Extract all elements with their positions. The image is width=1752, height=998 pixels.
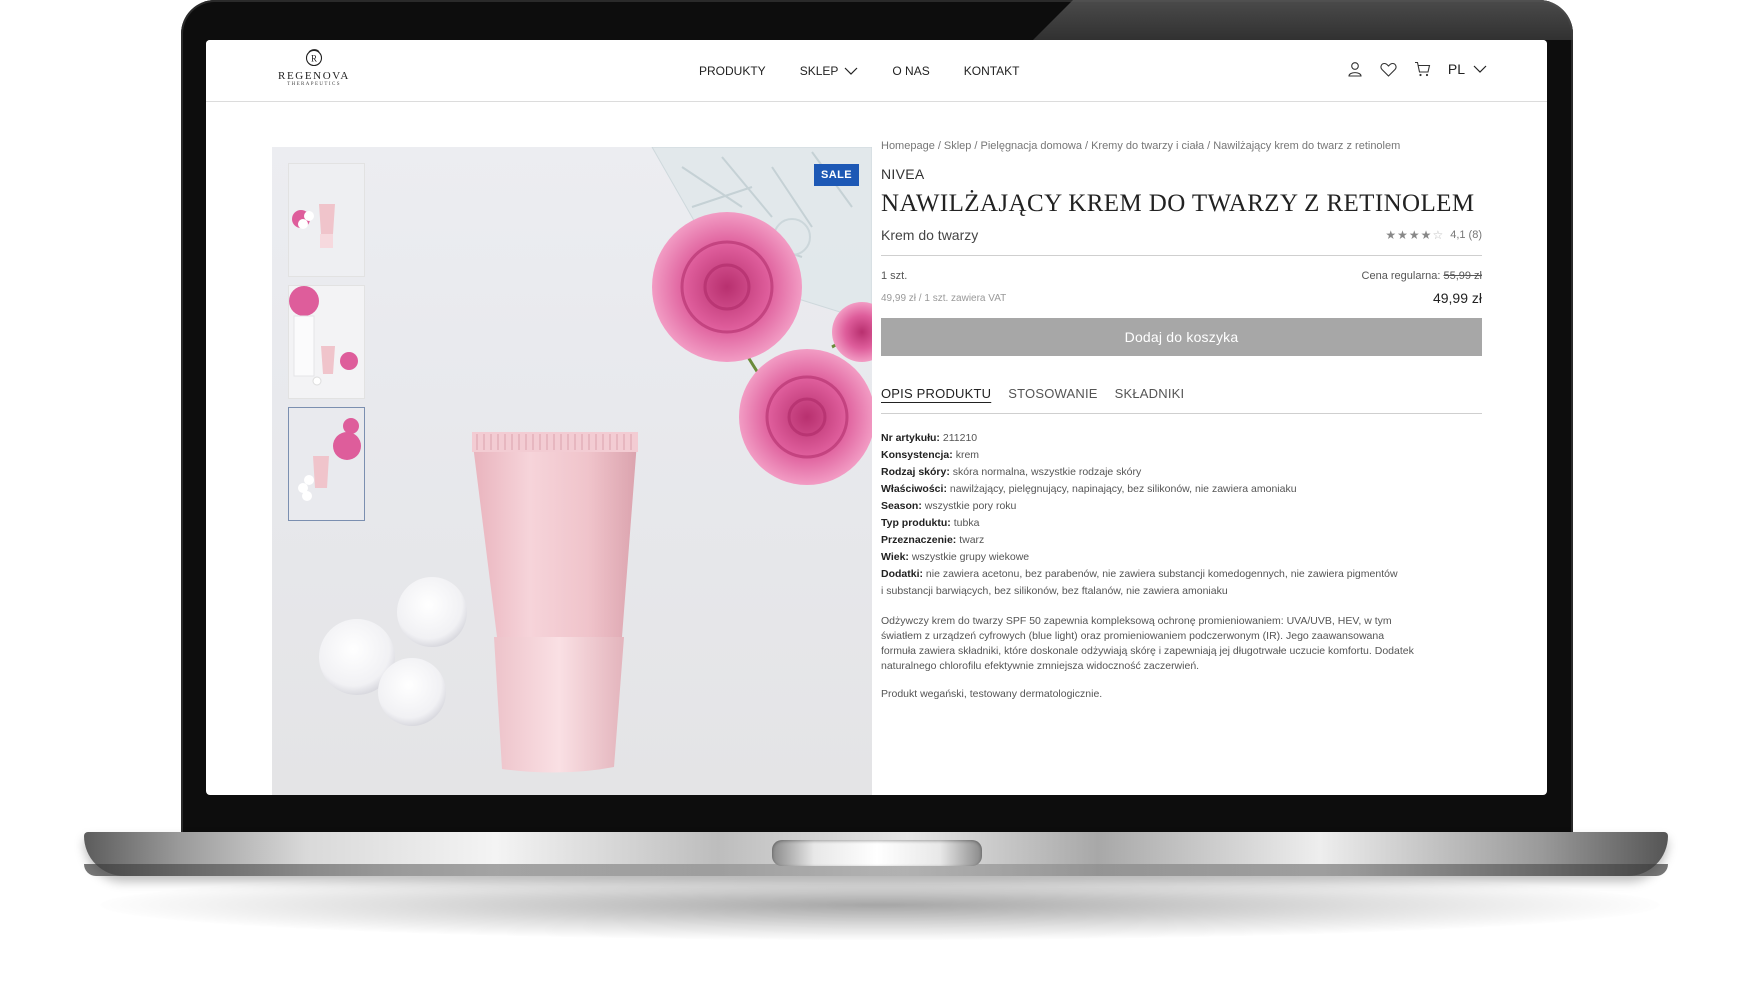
quantity-label: 1 szt. bbox=[881, 270, 908, 282]
product-info: Homepage / Sklep / Pielęgnacja domowa / Kremy … bbox=[881, 140, 1482, 700]
brand-logo[interactable]: R REGENOVA THERAPEUTICS bbox=[276, 48, 352, 87]
flower-2 bbox=[739, 349, 872, 485]
attribute-row: Przeznaczenie: twarz bbox=[881, 534, 985, 546]
nav-label: KONTAKT bbox=[963, 64, 1020, 78]
price-row-current: 49,99 zł / 1 szt. zawiera VAT 49,99 zł bbox=[881, 290, 1482, 306]
product-tabs: OPIS PRODUKTU STOSOWANIE SKŁADNIKI bbox=[881, 386, 1482, 414]
attribute-row: Season: wszystkie pory roku bbox=[881, 500, 1017, 512]
thumbnail-3[interactable] bbox=[288, 407, 365, 521]
flower-1 bbox=[652, 212, 802, 362]
language-label: PL bbox=[1447, 61, 1465, 77]
user-icon[interactable] bbox=[1346, 60, 1364, 78]
attribute-row: Typ produktu: tubka bbox=[881, 517, 980, 529]
attribute-row: Konsystencja: krem bbox=[881, 449, 980, 461]
rating-stars-icon: ★★★★☆ bbox=[1385, 228, 1445, 242]
attribute-row: Właściwości: nawilżający, pielęgnujący, … bbox=[881, 483, 1297, 495]
svg-text:R: R bbox=[311, 54, 317, 64]
header-actions: PL bbox=[1346, 60, 1487, 78]
attribute-row: Nr artykułu: 211210 bbox=[881, 432, 978, 444]
attribute-row: Rodzaj skóry: skóra normalna, wszystkie … bbox=[881, 466, 1142, 478]
add-to-cart-button[interactable]: Dodaj do koszyka bbox=[881, 318, 1482, 356]
nav-item-o-nas[interactable]: O NAS bbox=[892, 64, 929, 78]
subtitle-row: Krem do twarzy ★★★★☆ 4,1 (8) bbox=[881, 227, 1482, 256]
attribute-row: Wiek: wszystkie grupy wiekowe bbox=[881, 551, 1030, 563]
price-row: 1 szt. Cena regularna: 55,99 zł bbox=[881, 270, 1482, 282]
logo-tagline: THERAPEUTICS bbox=[287, 82, 341, 87]
current-price: 49,99 zł bbox=[1432, 290, 1482, 306]
heart-icon[interactable] bbox=[1380, 60, 1398, 78]
tab-skladniki[interactable]: SKŁADNIKI bbox=[1115, 386, 1185, 401]
product-subtitle: Krem do twarzy bbox=[881, 227, 979, 243]
chevron-down-icon bbox=[844, 67, 858, 75]
product-description-note: Produkt wegański, testowany dermatologic… bbox=[881, 688, 1103, 700]
browser-screen: R REGENOVA THERAPEUTICS PRODUKTY SKLEP O… bbox=[206, 40, 1547, 795]
nav-item-sklep[interactable]: SKLEP bbox=[800, 64, 859, 78]
breadcrumb-current: Nawilżający krem do twarz z retinolem bbox=[1213, 140, 1401, 152]
cotton-puff-3 bbox=[378, 658, 446, 726]
regular-price: Cena regularna: 55,99 zł bbox=[1362, 270, 1482, 282]
language-selector[interactable]: PL bbox=[1448, 61, 1487, 77]
breadcrumb-link-sklep[interactable]: Sklep bbox=[944, 140, 972, 152]
breadcrumb-link-kremy[interactable]: Kremy do twarzy i ciała bbox=[1091, 140, 1204, 152]
unit-price-note: 49,99 zł / 1 szt. zawiera VAT bbox=[881, 292, 1007, 304]
laptop-notch bbox=[772, 840, 982, 866]
attribute-row: Dodatki: nie zawiera acetonu, bez parabe… bbox=[881, 568, 1398, 597]
thumbnail-2[interactable] bbox=[288, 285, 365, 399]
nav-label: SKLEP bbox=[799, 64, 839, 78]
product-gallery: SALE bbox=[272, 147, 872, 795]
breadcrumb: Homepage / Sklep / Pielęgnacja domowa / Kremy … bbox=[881, 140, 1401, 152]
lid-gloss bbox=[1033, 0, 1573, 40]
logo-mark-icon: R bbox=[305, 49, 323, 67]
tube-cap bbox=[494, 637, 624, 773]
tab-stosowanie[interactable]: STOSOWANIE bbox=[1008, 386, 1097, 401]
breadcrumb-link-pielegnacja[interactable]: Pielęgnacja domowa bbox=[980, 140, 1082, 152]
nav-item-produkty[interactable]: PRODUKTY bbox=[699, 64, 766, 78]
chevron-down-icon bbox=[1473, 65, 1487, 73]
logo-name: REGENOVA bbox=[278, 70, 350, 82]
product-rating[interactable]: ★★★★☆ 4,1 (8) bbox=[1385, 228, 1482, 242]
nav-label: O NAS bbox=[892, 64, 930, 78]
product-description: Odżywczy krem do twarzy SPF 50 zapewnia … bbox=[881, 615, 1414, 672]
main-nav: PRODUKTY SKLEP O NAS KONTAKT bbox=[699, 64, 1054, 78]
breadcrumb-link-homepage[interactable]: Homepage bbox=[881, 140, 935, 152]
nav-label: PRODUKTY bbox=[699, 64, 766, 78]
tab-opis-produktu[interactable]: OPIS PRODUKTU bbox=[881, 386, 991, 401]
cream-tube bbox=[472, 437, 637, 637]
cotton-puff-2 bbox=[397, 577, 467, 647]
laptop-shadow bbox=[100, 870, 1660, 940]
sale-badge: SALE bbox=[814, 164, 859, 186]
product-title: NAWILŻAJĄCY KREM DO TWARZY Z RETINOLEM bbox=[881, 190, 1475, 217]
regular-price-label: Cena regularna: bbox=[1361, 270, 1441, 282]
old-price: 55,99 zł bbox=[1443, 270, 1482, 282]
cart-icon[interactable] bbox=[1414, 60, 1432, 78]
product-attributes: Nr artykułu: 211210 Konsystencja: krem R… bbox=[881, 430, 1482, 600]
thumbnail-1[interactable] bbox=[288, 163, 365, 277]
nav-item-kontakt[interactable]: KONTAKT bbox=[964, 64, 1020, 78]
rating-text: 4,1 (8) bbox=[1450, 229, 1482, 241]
product-manufacturer[interactable]: NIVEA bbox=[881, 166, 1482, 182]
site-header: R REGENOVA THERAPEUTICS PRODUKTY SKLEP O… bbox=[206, 40, 1547, 102]
